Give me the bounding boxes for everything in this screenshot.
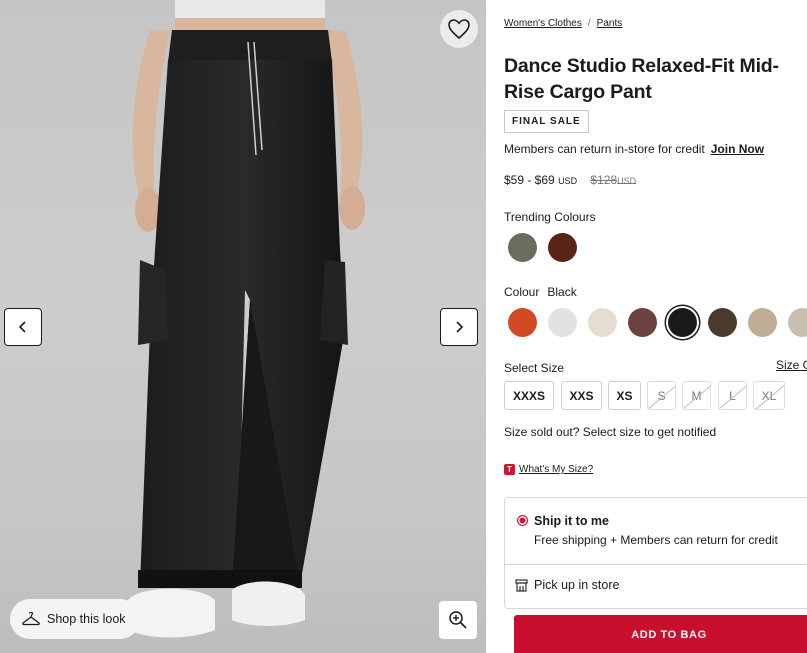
final-sale-badge: FINAL SALE (504, 110, 589, 133)
swatch-mauve-brown[interactable] (628, 308, 657, 337)
breadcrumb: Women's Clothes / Pants (504, 18, 622, 29)
zoom-in-icon (449, 611, 467, 629)
select-size-label: Select Size (504, 361, 565, 375)
store-icon (515, 578, 528, 592)
swatch-black[interactable] (668, 308, 697, 337)
fulfillment-options: Ship it to me Free shipping + Members ca… (504, 497, 807, 609)
colour-label: Colour Black (504, 285, 577, 299)
size-xs[interactable]: XS (608, 381, 641, 410)
members-text: Members can return in-store for credit (504, 142, 705, 156)
sale-price-currency: USD (558, 176, 578, 186)
original-price: $128USD (590, 173, 636, 187)
fulfillment-divider (505, 564, 807, 565)
shop-this-look-label: Shop this look (47, 612, 126, 626)
join-now-link[interactable]: Join Now (711, 142, 764, 156)
product-title: Dance Studio Relaxed-Fit Mid-Rise Cargo … (504, 55, 779, 103)
colour-label-text: Colour (504, 285, 540, 299)
swatch-cream[interactable] (588, 308, 617, 337)
product-details-panel: Women's Clothes / Pants Dance Studio Rel… (486, 0, 807, 653)
favorite-button[interactable] (440, 10, 478, 48)
breadcrumb-womens-clothes[interactable]: Women's Clothes (504, 18, 582, 29)
swatch-orange[interactable] (508, 308, 537, 337)
next-image-button[interactable] (440, 308, 478, 346)
members-return-note: Members can return in-store for credit Jo… (504, 142, 764, 156)
product-image-gallery: Shop this look (0, 0, 486, 653)
size-s[interactable]: S (647, 381, 676, 410)
size-m[interactable]: M (682, 381, 711, 410)
trending-colours-label: Trending Colours (504, 210, 596, 224)
zoom-button[interactable] (439, 601, 477, 639)
size-l[interactable]: L (718, 381, 747, 410)
size-guide-link[interactable]: Size G (776, 358, 807, 372)
chevron-left-icon (18, 321, 26, 333)
swatch-sand[interactable] (788, 308, 807, 337)
shop-this-look-button[interactable]: Shop this look (10, 599, 140, 639)
product-photo (128, 0, 365, 638)
chevron-right-icon (456, 321, 464, 333)
heart-icon (448, 19, 470, 40)
sale-price: $59 - $69 (504, 173, 555, 187)
swatch-trending-olive[interactable] (508, 233, 537, 262)
swatch-khaki[interactable] (748, 308, 777, 337)
size-xxs[interactable]: XXS (561, 381, 602, 410)
pickup-in-store-option[interactable]: Pick up in store (515, 578, 619, 592)
price: $59 - $69 USD $128USD (504, 173, 636, 187)
selected-colour: Black (547, 285, 577, 299)
ship-it-title: Ship it to me (534, 514, 609, 528)
swatch-trending-brown[interactable] (548, 233, 577, 262)
breadcrumb-separator: / (587, 18, 591, 29)
ship-it-subtitle: Free shipping + Members can return for c… (534, 533, 778, 547)
true-fit-icon: T (504, 464, 515, 475)
ship-it-radio[interactable] (517, 515, 528, 526)
previous-image-button[interactable] (4, 308, 42, 346)
size-xl[interactable]: XL (753, 381, 785, 410)
size-sold-out-note: Size sold out? Select size to get notifi… (504, 425, 717, 439)
pickup-label: Pick up in store (534, 578, 620, 592)
whats-my-size: T What's My Size? (504, 464, 593, 475)
original-price-currency: USD (617, 176, 637, 186)
whats-my-size-link[interactable]: What's My Size? (519, 464, 593, 475)
hanger-icon (22, 612, 40, 626)
add-to-bag-button[interactable]: ADD TO BAG (514, 615, 807, 653)
breadcrumb-pants[interactable]: Pants (597, 18, 623, 29)
swatch-light-grey[interactable] (548, 308, 577, 337)
original-price-value: $128 (590, 173, 618, 187)
size-xxxs[interactable]: XXXS (504, 381, 554, 410)
swatch-espresso[interactable] (708, 308, 737, 337)
